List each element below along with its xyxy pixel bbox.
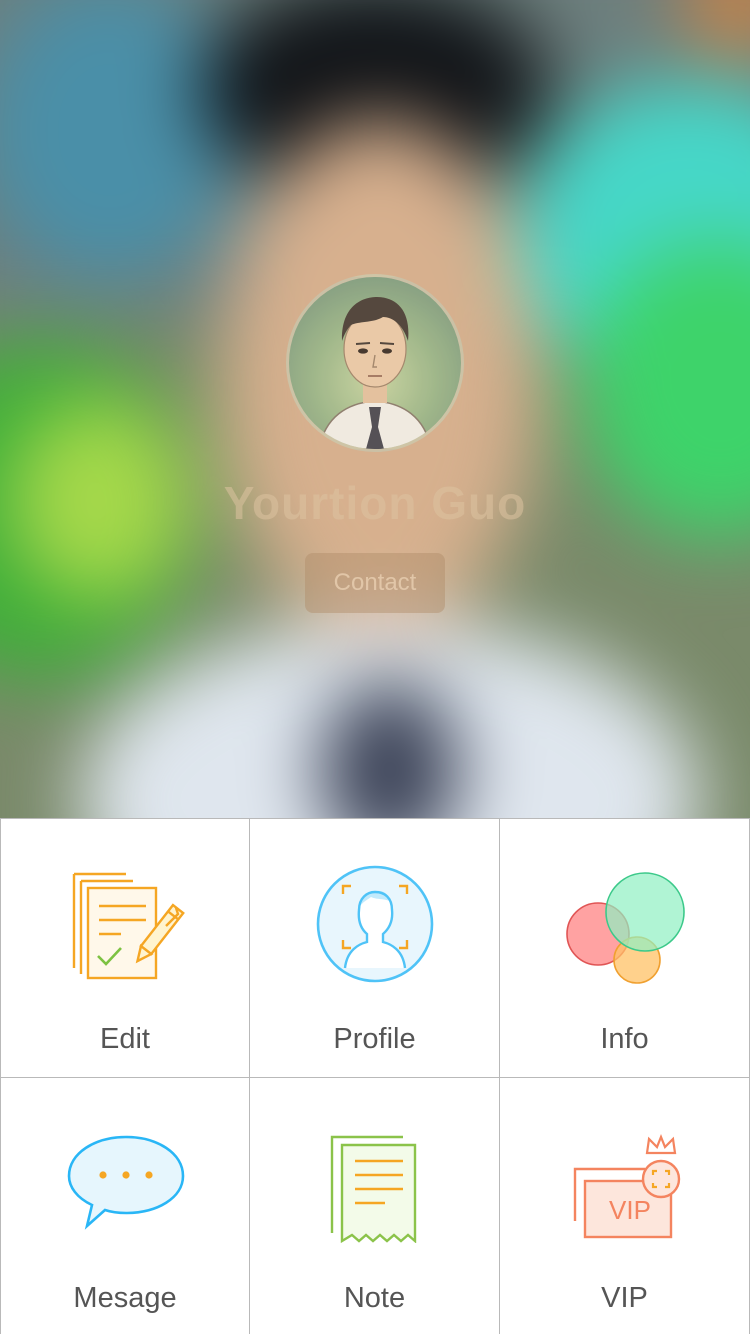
menu-item-label: Mesage <box>73 1282 177 1314</box>
menu-item-label: Note <box>343 1282 406 1314</box>
menu-item-label: Edit <box>100 1023 150 1055</box>
menu-grid: Edit Profile Info Mesage Note VIP VIP <box>0 818 750 1334</box>
menu-item-vip[interactable]: VIP VIP <box>500 1078 750 1334</box>
vip-card-crown-icon: VIP <box>573 1134 681 1239</box>
avatar[interactable] <box>286 274 464 452</box>
menu-item-label: Info <box>600 1023 649 1055</box>
profile-avatar-icon <box>316 865 434 983</box>
message-bubble-icon <box>67 1135 185 1230</box>
menu-item-message[interactable]: Mesage <box>0 1078 250 1334</box>
contact-button[interactable]: Contact <box>305 553 445 613</box>
menu-item-label: VIP <box>601 1282 648 1314</box>
profile-header: Yourtion Guo Contact <box>0 0 750 818</box>
info-circles-icon <box>566 872 685 984</box>
menu-item-profile[interactable]: Profile <box>250 818 500 1078</box>
menu-item-info[interactable]: Info <box>500 818 750 1078</box>
svg-text:VIP: VIP <box>609 1195 651 1225</box>
edit-document-icon <box>72 872 185 980</box>
menu-item-label: Profile <box>333 1023 416 1055</box>
menu-item-note[interactable]: Note <box>250 1078 500 1334</box>
profile-page: Yourtion Guo Contact Edit Profile Info M… <box>0 0 750 1334</box>
note-receipt-icon <box>330 1135 417 1243</box>
menu-item-edit[interactable]: Edit <box>0 818 250 1078</box>
user-name: Yourtion Guo <box>223 477 527 529</box>
